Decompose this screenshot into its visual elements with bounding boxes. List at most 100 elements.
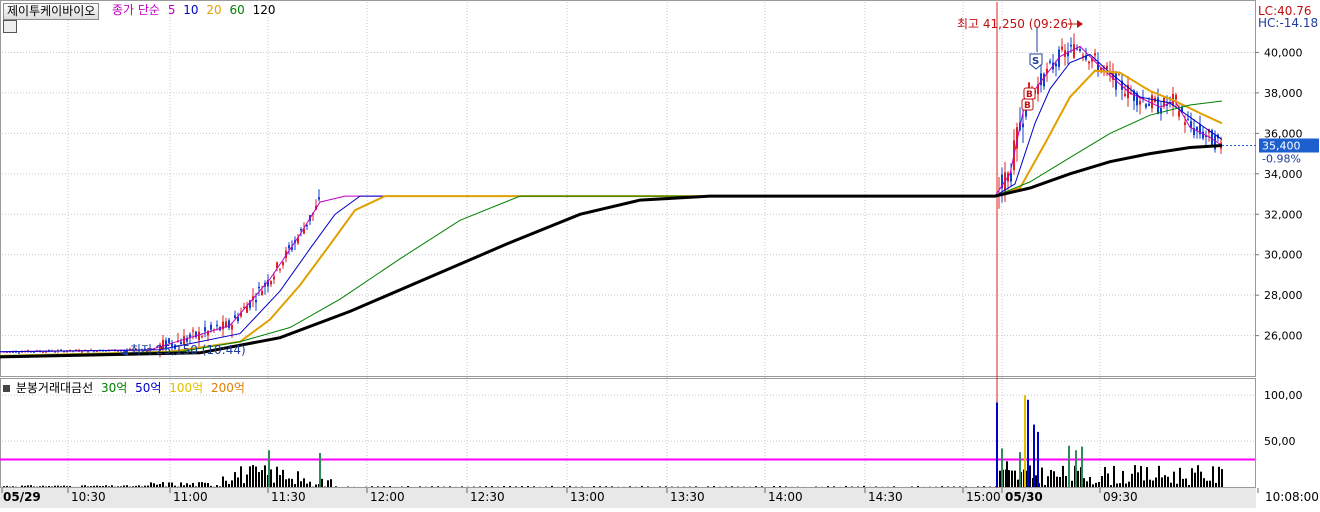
volume-bar [1033, 425, 1035, 487]
volume-bar [965, 486, 967, 487]
volume-bar [527, 486, 529, 487]
volume-bar [306, 484, 308, 487]
volume-bar [863, 486, 865, 487]
candle-body [1061, 47, 1063, 50]
volume-bar [1019, 452, 1021, 487]
volume-bar [162, 482, 164, 487]
volume-bar [1006, 461, 1008, 487]
volume-bar [761, 486, 763, 487]
candle-body [192, 330, 194, 331]
volume-bar [120, 486, 122, 487]
volume-bar [917, 486, 919, 487]
time-axis-label: 14:30 [868, 490, 903, 504]
volume-bar [303, 478, 305, 487]
candle-body [300, 229, 302, 230]
volume-bar [1027, 400, 1029, 487]
stock-name-button[interactable]: 제이투케이바이오 [3, 3, 99, 20]
volume-bar [1029, 465, 1031, 487]
volume-bar [1194, 473, 1196, 487]
volume-bar [713, 486, 715, 487]
volume-bar [201, 482, 203, 487]
volume-bar [1024, 395, 1026, 487]
volume-bar [563, 486, 565, 487]
volume-bar [297, 471, 299, 487]
volume-bar [533, 486, 535, 487]
volume-tick-label: 50,00 [1264, 435, 1296, 448]
volume-bar [279, 475, 281, 487]
volume-bar [419, 486, 421, 487]
volume-bar [183, 485, 185, 487]
volume-bar [321, 479, 323, 487]
candle-body [1196, 127, 1198, 130]
volume-bar [249, 466, 251, 487]
volume-bar [611, 486, 613, 487]
volume-bar [1044, 485, 1046, 487]
candle-body [255, 300, 257, 302]
volume-bar [219, 486, 221, 487]
time-axis-label: 13:30 [670, 490, 705, 504]
volume-bar [87, 486, 89, 487]
volume-bar [63, 485, 65, 487]
volume-bar [551, 486, 553, 487]
time-axis-label: 05/29 [3, 490, 41, 504]
price-tick-label: 26,000 [1264, 330, 1303, 343]
volume-bar [1071, 481, 1073, 487]
volume-bar [255, 467, 257, 487]
volume-bar [1081, 447, 1083, 487]
time-axis-label: 09:30 [1103, 490, 1138, 504]
volume-bar [1140, 466, 1142, 487]
candle-body [1073, 44, 1075, 58]
volume-bar [999, 471, 1001, 487]
volume-tick-label: 100,00 [1264, 389, 1303, 402]
candle-body [54, 352, 56, 353]
volume-bar [941, 486, 943, 487]
volume-bar [150, 482, 152, 487]
candle-body [1043, 74, 1045, 87]
ma-legend-5: 5 [168, 3, 176, 17]
volume-bar [977, 486, 979, 487]
volume-bar [246, 475, 248, 487]
volume-bar [1218, 467, 1220, 487]
volume-bar [1182, 479, 1184, 487]
price-tick-label: 28,000 [1264, 289, 1303, 302]
price-tick-label: 32,000 [1264, 208, 1303, 221]
volume-bar [1056, 477, 1058, 487]
chart-window: 40,00038,00036,00034,00032,00030,00028,0… [0, 0, 1320, 508]
candle-body [1049, 61, 1051, 62]
volume-bar [66, 486, 68, 487]
volume-bar [1001, 448, 1003, 487]
volume-bar [1146, 467, 1148, 487]
volume-bar [785, 486, 787, 487]
volume-bar [102, 486, 104, 487]
volume-bar [449, 486, 451, 487]
volume-bar [1119, 483, 1121, 487]
time-axis-label: 11:30 [271, 490, 306, 504]
volume-bar [168, 482, 170, 487]
volume-bar [273, 483, 275, 487]
volume-bar [258, 472, 260, 487]
volume-bar [234, 472, 236, 487]
volume-bar [1014, 471, 1016, 487]
candle-body [318, 197, 320, 199]
volume-bar [1077, 471, 1079, 487]
candle-body [1151, 95, 1153, 108]
volume-bar [1128, 482, 1130, 487]
volume-bar [731, 486, 733, 487]
volume-bar [1221, 469, 1223, 487]
volume-bar [1059, 477, 1061, 487]
volume-bar [461, 486, 463, 487]
candle-body [1106, 66, 1108, 69]
volume-bar [105, 485, 107, 487]
volume-bar [1053, 471, 1055, 487]
volume-bar [593, 486, 595, 487]
table-view-icon[interactable] [3, 20, 17, 33]
volume-bar [773, 486, 775, 487]
moving-average-legend: 종가 단순 5 10 20 60 120 [112, 3, 280, 18]
volume-bar [725, 486, 727, 487]
candle-body [231, 325, 233, 329]
volume-bar [1008, 470, 1010, 487]
candle-body [258, 287, 260, 288]
volume-bar [377, 486, 379, 487]
time-axis-label: 10:30 [71, 490, 106, 504]
candle-body [1070, 45, 1072, 47]
